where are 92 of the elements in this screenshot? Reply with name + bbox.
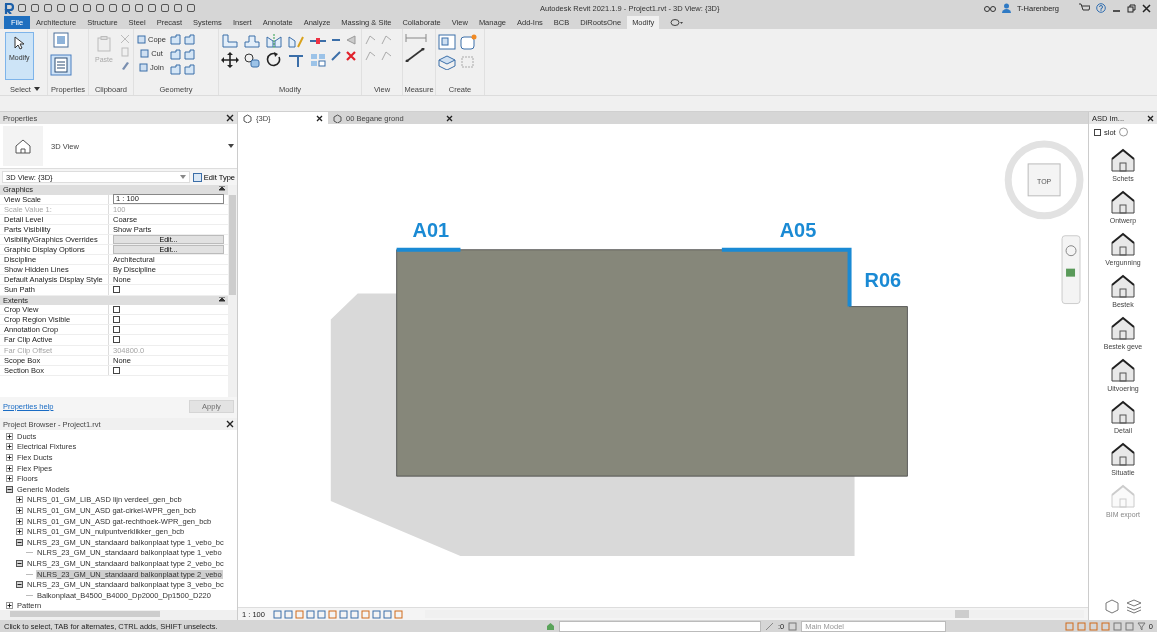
expand-toggle-icon[interactable]	[16, 528, 23, 536]
checkbox[interactable]	[113, 326, 120, 334]
house-icon	[1108, 315, 1138, 341]
house-icon	[1108, 189, 1138, 215]
checkbox[interactable]	[113, 316, 120, 324]
cursor-icon	[13, 36, 26, 50]
expand-toggle-icon[interactable]	[16, 538, 23, 546]
tag-label: A01	[412, 218, 450, 241]
parts-icon[interactable]	[438, 54, 456, 70]
house-icon	[1108, 483, 1138, 509]
checkbox[interactable]	[113, 306, 120, 314]
close-icon[interactable]	[1142, 3, 1151, 13]
scrollbar[interactable]	[228, 185, 237, 397]
highlighted-edge[interactable]	[396, 247, 461, 252]
navigation-bar[interactable]	[1061, 235, 1081, 305]
properties-icon[interactable]	[50, 54, 72, 76]
expand-toggle-icon[interactable]	[6, 602, 13, 610]
checkbox[interactable]	[1094, 128, 1101, 136]
close-icon[interactable]	[226, 114, 234, 122]
house-icon	[14, 138, 32, 154]
selection-icon[interactable]	[765, 621, 774, 631]
expand-toggle-icon[interactable]	[6, 475, 13, 483]
checkbox[interactable]	[113, 286, 120, 294]
array-icon[interactable]	[309, 52, 327, 68]
close-icon	[446, 114, 453, 122]
close-icon[interactable]	[1147, 114, 1154, 122]
geometry-tool-icon[interactable]	[169, 34, 181, 45]
caret-icon	[179, 174, 186, 180]
collapse-icon[interactable]	[219, 186, 225, 194]
close-icon[interactable]	[226, 420, 234, 428]
type-properties-icon[interactable]	[52, 32, 70, 48]
scrollbar[interactable]	[0, 610, 237, 620]
expand-toggle-icon[interactable]	[16, 581, 23, 589]
unpin-icon[interactable]	[345, 34, 357, 46]
cube-icon	[243, 113, 252, 123]
caret-icon	[228, 143, 234, 149]
highlighted-edge[interactable]	[721, 247, 852, 307]
component-icon[interactable]	[459, 34, 477, 50]
revit-logo[interactable]	[4, 2, 14, 14]
geometry-tool-icon[interactable]	[169, 64, 181, 75]
house-icon	[1108, 441, 1138, 467]
building-floor-shape[interactable]	[396, 249, 908, 477]
cart-icon[interactable]	[1079, 3, 1090, 13]
group-icon[interactable]	[438, 34, 456, 50]
edit-type-icon	[192, 172, 202, 182]
geometry-tool-icon[interactable]	[169, 49, 181, 60]
trim-icon[interactable]	[287, 52, 305, 68]
help-icon[interactable]	[1118, 127, 1128, 137]
house-icon	[1108, 231, 1138, 257]
brush-icon[interactable]	[119, 60, 130, 70]
house-icon	[1108, 147, 1138, 173]
workset-dropdown[interactable]	[559, 620, 761, 632]
scrollbar[interactable]	[424, 610, 1084, 618]
expand-toggle-icon[interactable]	[6, 464, 13, 472]
panel-toggle-icon[interactable]	[670, 18, 685, 27]
geometry-tool-icon[interactable]	[183, 49, 195, 60]
rotate-icon[interactable]	[265, 52, 283, 68]
checkbox[interactable]	[113, 336, 120, 344]
expand-toggle-icon[interactable]	[6, 443, 13, 451]
delete-icon[interactable]	[345, 50, 357, 62]
scale-icon[interactable]	[330, 50, 342, 62]
expand-toggle-icon[interactable]	[16, 496, 23, 504]
collapse-icon[interactable]	[219, 296, 225, 304]
house-icon	[1108, 357, 1138, 383]
house-icon	[1108, 399, 1138, 425]
copy-element-icon[interactable]	[243, 52, 261, 68]
expand-toggle-icon[interactable]	[6, 485, 13, 493]
expand-toggle-icon[interactable]	[16, 506, 23, 514]
design-option-icon[interactable]	[788, 621, 798, 631]
caret-icon[interactable]	[33, 87, 40, 92]
box-icon[interactable]	[1104, 598, 1120, 614]
user-icon[interactable]	[1001, 3, 1011, 13]
workset-icon[interactable]	[546, 621, 555, 631]
geometry-tool-icon[interactable]	[183, 64, 195, 75]
tag-label: A05	[779, 218, 817, 241]
filter-icon[interactable]	[1136, 621, 1146, 631]
layers-icon[interactable]	[1126, 598, 1142, 614]
cube-icon	[333, 113, 342, 123]
expand-toggle-icon[interactable]	[6, 432, 13, 440]
expand-toggle-icon[interactable]	[16, 517, 23, 525]
close-icon	[316, 114, 323, 122]
house-icon	[1108, 273, 1138, 299]
expand-toggle-icon[interactable]	[6, 454, 13, 461]
expand-toggle-icon[interactable]	[16, 559, 23, 567]
move-icon[interactable]	[221, 52, 239, 68]
help-icon[interactable]	[1096, 3, 1106, 13]
tag-label: R06	[864, 268, 902, 291]
restore-icon[interactable]	[1127, 3, 1136, 13]
clipboard-icon	[96, 36, 111, 52]
checkbox[interactable]	[113, 366, 120, 374]
geometry-tool-icon[interactable]	[183, 34, 195, 45]
binoculars-icon[interactable]	[983, 3, 996, 13]
